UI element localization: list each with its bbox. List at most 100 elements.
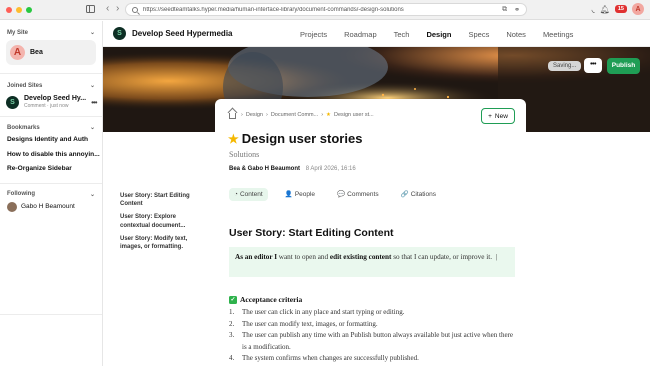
nav-meetings[interactable]: Meetings — [543, 30, 573, 39]
copy-link-icon[interactable]: ⧉ — [502, 6, 507, 14]
forward-arrow-icon[interactable]: › — [116, 3, 119, 15]
page-subtitle[interactable]: Solutions — [229, 150, 259, 159]
nav-design[interactable]: Design — [426, 30, 451, 39]
notification-badge[interactable]: 15 — [614, 5, 627, 13]
divider — [0, 116, 102, 117]
publish-button[interactable]: Publish — [607, 58, 640, 74]
address-bar[interactable]: https://seedteamtalks.hyper.media/human-… — [125, 3, 527, 16]
breadcrumb-item[interactable]: Design user st... — [334, 112, 374, 118]
minimize-window-button[interactable] — [16, 6, 22, 13]
tab-content[interactable]: ◔ Content — [229, 187, 268, 201]
nav-tech[interactable]: Tech — [394, 30, 410, 39]
outline-item[interactable]: User Story: Modify text, images, or form… — [120, 235, 206, 251]
following-item[interactable]: Gabo H Beamount — [0, 201, 102, 212]
nav-notes[interactable]: Notes — [506, 30, 526, 39]
list-item-text: The system confirms when changes are suc… — [242, 354, 419, 363]
following-label: Following — [7, 191, 35, 197]
following-header[interactable]: Following ⌄ — [0, 191, 102, 198]
tab-label: Comments — [347, 190, 379, 198]
site-nav: Projects Roadmap Tech Design Specs Notes… — [300, 21, 590, 47]
my-site-label: My Site — [7, 29, 29, 36]
list-item-text: The user can modify text, images, or for… — [242, 319, 378, 328]
site-header: S Develop Seed Hypermedia Projects Roadm… — [103, 21, 650, 47]
feed-icon[interactable]: ◟ — [592, 5, 595, 14]
criteria-heading[interactable]: ✓ Acceptance criteria — [229, 295, 302, 304]
outline-item[interactable]: User Story: Start Editing Content — [120, 192, 206, 208]
divider — [0, 314, 102, 315]
more-options-icon[interactable]: ••• — [91, 98, 97, 107]
nav-roadmap[interactable]: Roadmap — [344, 30, 377, 39]
chevron-down-icon[interactable]: ⌄ — [90, 29, 95, 36]
my-site-card[interactable]: A Bea — [6, 40, 96, 65]
my-site-name: Bea — [30, 49, 43, 56]
sidebar-toggle-icon[interactable] — [86, 5, 95, 13]
home-icon[interactable] — [229, 113, 236, 119]
tab-label: People — [294, 190, 316, 198]
list-item[interactable]: 1. The user can click in any place and st… — [229, 307, 519, 319]
breadcrumb-item[interactable]: Design — [246, 112, 263, 118]
page-title-text[interactable]: Design user stories — [242, 131, 363, 146]
callout-block[interactable]: As an editor I want to open and edit exi… — [229, 247, 515, 277]
tab-label: Content — [239, 190, 263, 198]
new-document-button[interactable]: + New — [481, 108, 515, 124]
bookmarks-header[interactable]: Bookmarks ⌄ — [0, 124, 102, 132]
divider — [0, 73, 102, 74]
site-logo-icon: S — [6, 95, 19, 109]
tab-people[interactable]: 👤 People — [280, 187, 320, 201]
joined-site-activity: Comment · just now — [24, 103, 69, 109]
joined-site-item[interactable]: S Develop Seed Hy... Comment · just now … — [0, 95, 102, 109]
chevron-down-icon[interactable]: ⌄ — [90, 82, 95, 89]
bookmark-item[interactable]: Re-Organize Sidebar — [0, 162, 102, 177]
bell-icon[interactable]: 🔔︎ — [600, 5, 610, 14]
plus-icon: + — [488, 112, 492, 120]
my-site-header[interactable]: My Site ⌄ — [0, 29, 102, 37]
list-number: 4. — [229, 354, 235, 363]
bookmark-item[interactable]: Designs Identity and Auth — [0, 133, 102, 148]
nav-projects[interactable]: Projects — [300, 30, 327, 39]
bookmarks-label: Bookmarks — [7, 124, 40, 131]
text-cursor: | — [492, 253, 498, 261]
joined-sites-label: Joined Sites — [7, 82, 43, 89]
site-home-link[interactable]: S Develop Seed Hypermedia — [113, 27, 232, 40]
list-item[interactable]: 3. The user can publish any time with an … — [229, 330, 519, 353]
tab-comments[interactable]: 💬 Comments — [332, 187, 384, 201]
star-icon: ★ — [228, 131, 239, 146]
link-icon[interactable]: ⚭ — [514, 6, 520, 14]
document-tabs: ◔ Content 👤 People 💬 Comments 🔗 Citation… — [229, 187, 441, 201]
chevron-down-icon[interactable]: ⌄ — [90, 124, 95, 131]
checkmark-icon: ✓ — [229, 295, 237, 304]
following-name: Gabo H Beamount — [21, 203, 75, 210]
joined-sites-header[interactable]: Joined Sites ⌄ — [0, 82, 102, 90]
url-text[interactable]: https://seedteamtalks.hyper.media/human-… — [143, 7, 404, 13]
star-icon: ★ — [326, 112, 331, 118]
more-options-button[interactable]: ••• — [584, 58, 602, 73]
tab-citations[interactable]: 🔗 Citations — [396, 187, 441, 201]
people-icon: 👤 — [284, 191, 293, 198]
chevron-down-icon[interactable]: ⌄ — [90, 191, 95, 198]
window-controls — [6, 6, 32, 13]
list-item[interactable]: 2. The user can modify text, images, or f… — [229, 319, 519, 331]
callout-bold-text: As an editor I — [235, 253, 277, 261]
saving-status: Saving... — [548, 61, 582, 71]
list-item-text: The user can click in any place and star… — [242, 308, 405, 316]
back-arrow-icon[interactable]: ‹ — [106, 3, 109, 15]
bookmark-item[interactable]: How to disable this annoyin... — [0, 148, 102, 163]
account-avatar[interactable]: A — [632, 3, 644, 15]
authors[interactable]: Bea & Gabo H Beaumont — [229, 166, 300, 172]
maximize-window-button[interactable] — [26, 6, 32, 13]
sidebar: My Site ⌄ A Bea Joined Sites ⌄ S Develop… — [0, 21, 103, 366]
page-title[interactable]: ★ Design user stories — [228, 131, 362, 146]
breadcrumb-item[interactable]: Document Comm... — [271, 112, 318, 118]
section-heading[interactable]: User Story: Start Editing Content — [229, 227, 394, 239]
callout-text: want to open and — [277, 253, 330, 261]
byline: Bea & Gabo H Beaumont 8 April 2026, 16:1… — [229, 166, 356, 172]
list-item[interactable]: 4. The system confirms when changes are s… — [229, 353, 519, 365]
list-number: 1. — [229, 308, 235, 316]
outline-item[interactable]: User Story: Explore contextual document.… — [120, 213, 206, 229]
nav-specs[interactable]: Specs — [468, 30, 489, 39]
criteria-label: Acceptance criteria — [240, 295, 303, 304]
link-icon: 🔗 — [400, 191, 409, 198]
breadcrumb-separator: › — [265, 112, 268, 118]
close-window-button[interactable] — [6, 6, 12, 13]
site-logo-icon: S — [113, 27, 126, 40]
